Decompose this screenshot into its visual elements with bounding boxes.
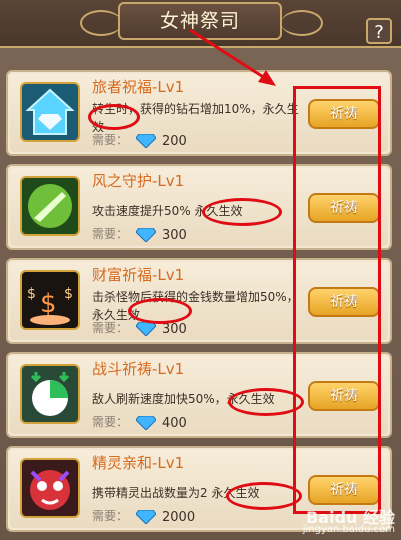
- svg-text:$: $: [64, 286, 73, 302]
- cost-label: 需要：: [92, 227, 129, 241]
- svg-text:$: $: [27, 286, 36, 302]
- cost-label: 需要：: [92, 133, 129, 147]
- page-title: 女神祭司: [159, 10, 240, 32]
- cost-value: 200: [162, 134, 187, 149]
- skill-name: 风之守护-Lv1: [92, 172, 185, 190]
- skill-name: 财富祈福-Lv1: [92, 266, 185, 284]
- annotation-circle: [128, 298, 192, 324]
- cost-label: 需要：: [92, 509, 129, 523]
- diamond-icon: [136, 510, 156, 524]
- diamond-icon: [136, 134, 156, 148]
- watermark: Baidu 经验 jingyan.baidu.com: [302, 508, 395, 536]
- cost-value: 2000: [162, 510, 196, 525]
- diamond-icon: [136, 416, 156, 430]
- cost-value: 300: [162, 228, 187, 243]
- wind-shield-icon: [20, 176, 80, 236]
- timer-icon: [20, 364, 80, 424]
- annotation-circle: [88, 104, 140, 130]
- diamond-icon: [136, 322, 156, 336]
- skill-name: 旅者祝福-Lv1: [92, 78, 185, 96]
- house-diamond-icon: [20, 82, 80, 142]
- cost-label: 需要：: [92, 321, 129, 335]
- money-bag-icon: $ $ $: [20, 270, 80, 330]
- help-button[interactable]: ?: [366, 18, 392, 44]
- skill-name: 精灵亲和-Lv1: [92, 454, 185, 472]
- skill-name: 战斗祈祷-Lv1: [92, 360, 185, 378]
- spirit-face-icon: [20, 458, 80, 518]
- cost-value: 300: [162, 322, 187, 337]
- diamond-icon: [136, 228, 156, 242]
- cost-value: 400: [162, 416, 187, 431]
- cost-label: 需要：: [92, 415, 129, 429]
- title-ornament-right: [281, 10, 323, 36]
- annotation-circle: [226, 482, 302, 510]
- annotation-box: [293, 86, 381, 514]
- svg-text:$: $: [40, 289, 57, 319]
- annotation-circle: [202, 198, 282, 226]
- title-ornament-left: [80, 10, 122, 36]
